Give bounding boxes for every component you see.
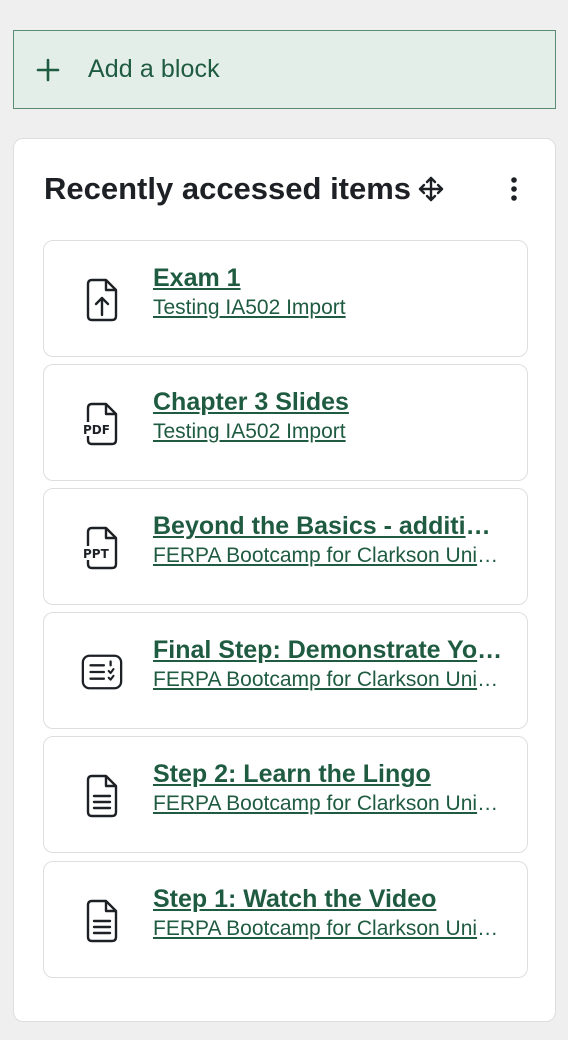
svg-text:PPT: PPT <box>83 547 110 561</box>
item-title-link[interactable]: Final Step: Demonstrate Your Knowledge <box>153 635 503 665</box>
item-title-link[interactable]: Beyond the Basics - additional resources <box>153 511 503 541</box>
list-item[interactable]: PPT Beyond the Basics - additional resou… <box>43 488 528 605</box>
item-course-link[interactable]: FERPA Bootcamp for Clarkson University <box>153 667 503 693</box>
list-item[interactable]: Exam 1 Testing IA502 Import <box>43 240 528 357</box>
page: Add a block Recently accessed items Exam… <box>0 0 568 1040</box>
item-text: Step 1: Watch the Video FERPA Bootcamp f… <box>153 884 503 942</box>
add-block-button[interactable]: Add a block <box>13 30 556 109</box>
item-title-link[interactable]: Exam 1 <box>153 263 503 293</box>
recently-accessed-items-block: Recently accessed items Exam 1 Testing I… <box>13 138 556 1022</box>
block-header: Recently accessed items <box>44 169 524 209</box>
block-title: Recently accessed items <box>44 171 412 206</box>
item-course-link[interactable]: FERPA Bootcamp for Clarkson University <box>153 791 503 817</box>
list-item[interactable]: Step 1: Watch the Video FERPA Bootcamp f… <box>43 861 528 978</box>
item-text: Chapter 3 Slides Testing IA502 Import <box>153 387 503 445</box>
upload-file-icon <box>80 275 124 325</box>
add-block-label: Add a block <box>88 55 220 83</box>
pdf-file-icon: PDF <box>80 399 124 449</box>
item-course-link[interactable]: FERPA Bootcamp for Clarkson University <box>153 543 503 569</box>
list-item[interactable]: PDF Chapter 3 Slides Testing IA502 Impor… <box>43 364 528 481</box>
item-course-link[interactable]: FERPA Bootcamp for Clarkson University <box>153 916 503 942</box>
item-title-link[interactable]: Step 2: Learn the Lingo <box>153 759 503 789</box>
quiz-icon <box>80 647 124 697</box>
list-item[interactable]: Final Step: Demonstrate Your Knowledge F… <box>43 612 528 729</box>
kebab-menu-icon[interactable] <box>502 173 526 205</box>
svg-text:PDF: PDF <box>83 423 110 437</box>
item-title-link[interactable]: Step 1: Watch the Video <box>153 884 503 914</box>
ppt-file-icon: PPT <box>80 523 124 573</box>
page-icon <box>80 896 124 946</box>
move-icon[interactable] <box>417 175 445 203</box>
page-icon <box>80 771 124 821</box>
item-text: Beyond the Basics - additional resources… <box>153 511 503 569</box>
item-title-link[interactable]: Chapter 3 Slides <box>153 387 503 417</box>
plus-icon <box>36 58 60 82</box>
item-course-link[interactable]: Testing IA502 Import <box>153 295 503 321</box>
list-item[interactable]: Step 2: Learn the Lingo FERPA Bootcamp f… <box>43 736 528 853</box>
item-text: Exam 1 Testing IA502 Import <box>153 263 503 321</box>
item-text: Final Step: Demonstrate Your Knowledge F… <box>153 635 503 693</box>
item-text: Step 2: Learn the Lingo FERPA Bootcamp f… <box>153 759 503 817</box>
item-course-link[interactable]: Testing IA502 Import <box>153 419 503 445</box>
